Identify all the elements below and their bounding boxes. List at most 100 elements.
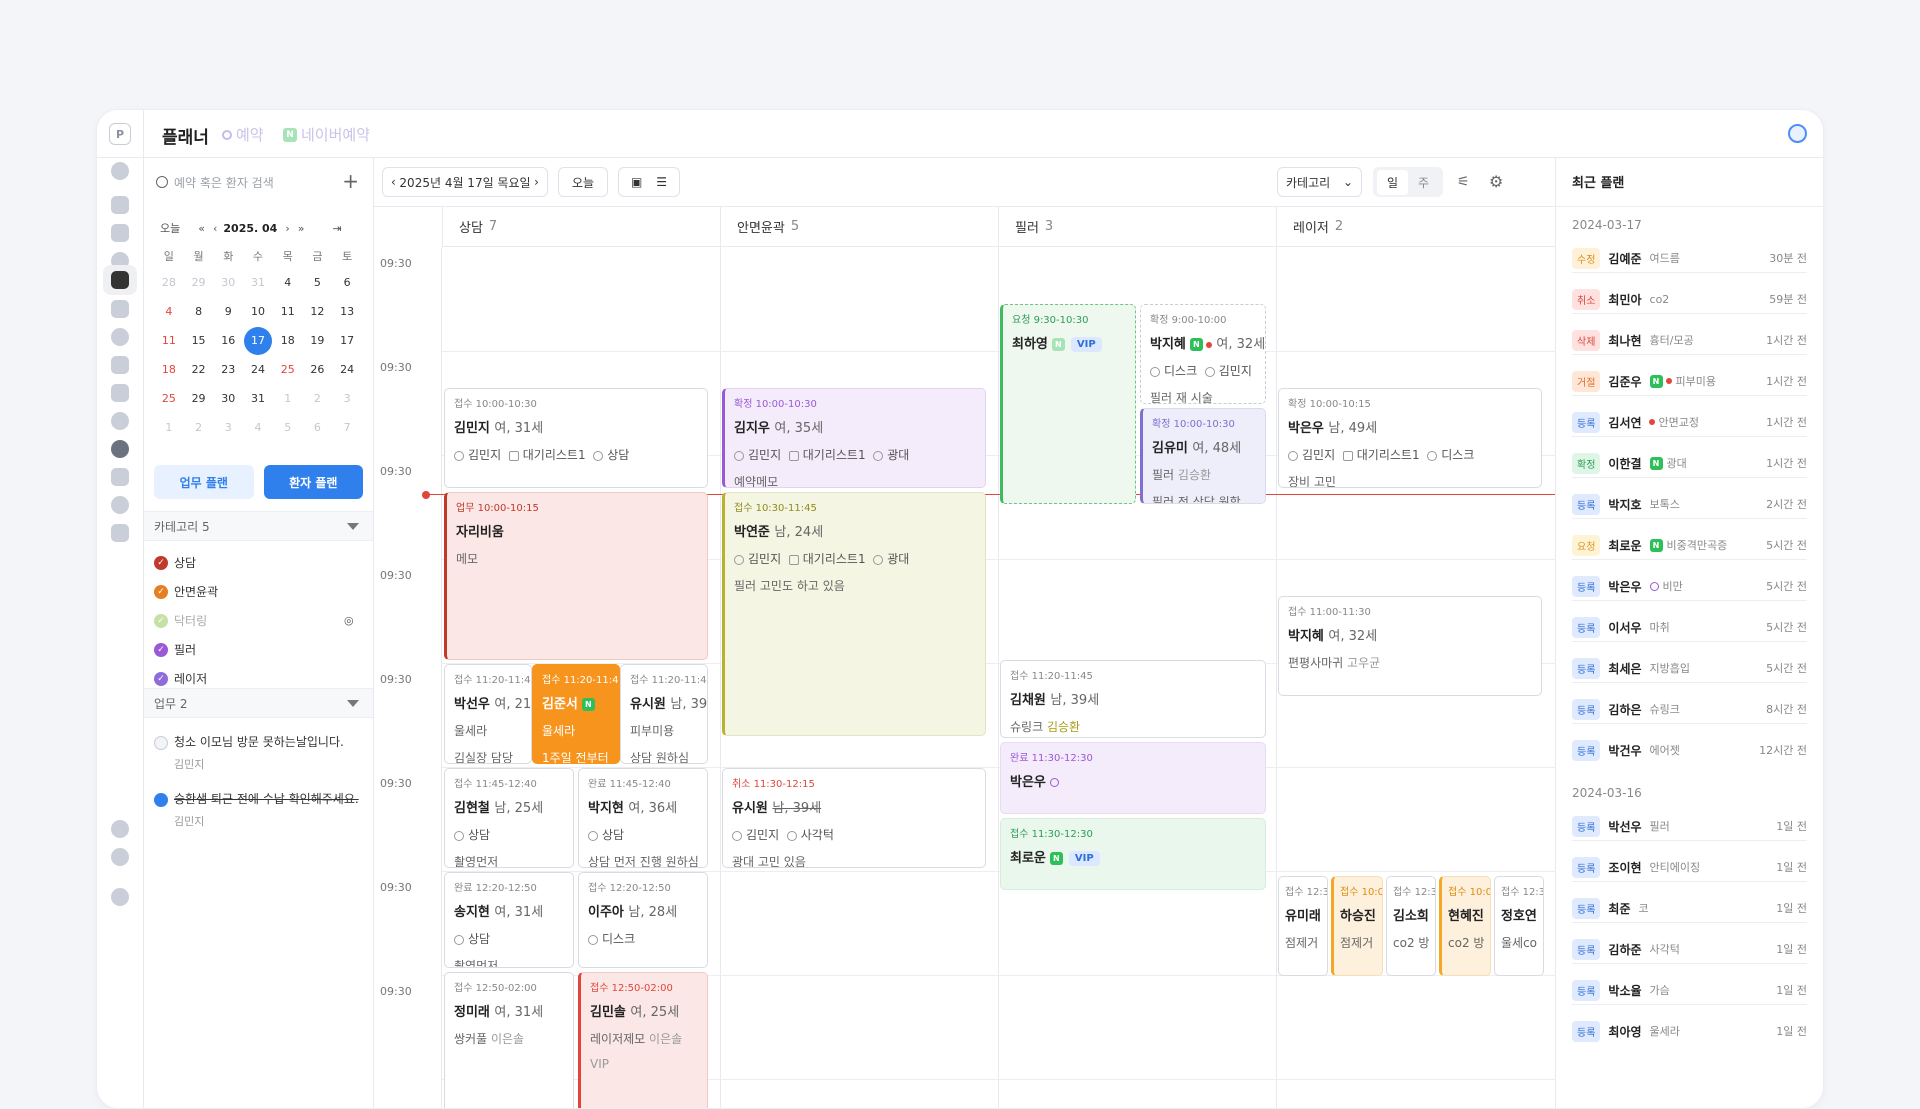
calendar-icon[interactable] [111, 271, 129, 289]
calendar-day[interactable]: 4 [154, 297, 184, 326]
calendar-day[interactable]: 25 [273, 355, 303, 384]
work-plan-button[interactable]: 업무 플랜 [154, 465, 254, 499]
notification-icon[interactable] [111, 888, 129, 906]
calendar-day[interactable]: 5 [273, 413, 303, 442]
message-icon[interactable] [111, 356, 129, 374]
recent-plan-item[interactable]: 거절 김준우 N 피부미용 1시간 전 [1572, 370, 1807, 392]
check-circle-icon[interactable]: ✓ [154, 642, 168, 657]
calendar-day[interactable]: 31 [243, 268, 273, 297]
calendar-day[interactable]: 25 [154, 384, 184, 413]
calendar-day[interactable]: 18 [154, 355, 184, 384]
event-card[interactable]: 접수 10:0 하승진 점제거 [1331, 876, 1383, 976]
calendar-day[interactable]: 26 [303, 355, 333, 384]
category-item[interactable]: ✓ 필러 [154, 641, 196, 658]
recent-plan-item[interactable]: 등록 김하은 슈링크 8시간 전 [1572, 698, 1807, 720]
prev-year-icon[interactable]: « [198, 222, 205, 235]
calendar-day[interactable]: 18 [273, 326, 303, 355]
calendar-day[interactable]: 24 [243, 355, 273, 384]
recent-plan-item[interactable]: 등록 이서우 마취 5시간 전 [1572, 616, 1807, 638]
home-icon[interactable] [111, 196, 129, 214]
recent-plan-item[interactable]: 등록 최아영 울세라 1일 전 [1572, 1020, 1807, 1042]
column-header-consult[interactable]: 상담 7 [442, 207, 720, 247]
flask-icon[interactable] [111, 300, 129, 318]
event-card[interactable]: 접수 11:45-12:40 김현철 남, 25세 상담 촬영먼저 [444, 768, 574, 868]
calendar-day[interactable]: 30 [213, 268, 243, 297]
book-icon[interactable] [111, 468, 129, 486]
recent-plan-item[interactable]: 등록 김서연 안면교정 1시간 전 [1572, 411, 1807, 433]
event-card[interactable]: 접수 11:00-11:30 박지혜 여, 32세 편평사마귀 고우균 [1278, 596, 1542, 696]
calendar-day[interactable]: 5 [303, 268, 333, 297]
patient-plan-button[interactable]: 환자 플랜 [263, 465, 363, 499]
calendar-day[interactable]: 17 [332, 326, 362, 355]
naver-tag[interactable]: N 네이버예약 [283, 124, 370, 145]
category-item[interactable]: ✓ 레이저 [154, 670, 207, 687]
event-card[interactable]: 접수 11:20-11:45 박선우 여, 21세 울세라 김실장 담당 [444, 664, 532, 764]
calendar-day[interactable]: 24 [332, 355, 362, 384]
search-box[interactable]: 예약 혹은 환자 검색 + [156, 169, 361, 193]
settings-icon[interactable]: ⚙ [1489, 172, 1503, 191]
calendar-day[interactable]: 1 [154, 413, 184, 442]
calendar-day[interactable]: 2 [303, 384, 333, 413]
check-circle-icon[interactable]: ✓ [154, 613, 168, 628]
prev-day-icon[interactable]: ‹ [391, 175, 396, 189]
calendar-day[interactable]: 11 [154, 326, 184, 355]
event-card[interactable]: 완료 11:45-12:40 박지현 여, 36세 상담 상담 먼저 진행 원하… [578, 768, 708, 868]
event-card[interactable]: 완료 12:20-12:50 송지현 여, 31세 상담 촬영먼저 [444, 872, 574, 968]
add-icon[interactable]: + [342, 169, 359, 193]
recent-plan-item[interactable]: 등록 김하준 사각턱 1일 전 [1572, 938, 1807, 960]
calendar-day[interactable]: 23 [213, 355, 243, 384]
event-card[interactable]: 접수 11:20-11:45 김준서 N 울세라 1주일 전부터 [532, 664, 620, 764]
event-card[interactable]: 접수 12:50-02:00 김민솔 여, 25세 레이저제모 이은솔 VIP [578, 972, 708, 1108]
next-month-icon[interactable]: › [285, 222, 289, 235]
event-card[interactable]: 요청 9:30-10:30 최하영 N VIP [1000, 304, 1136, 504]
event-card[interactable]: 접수 11:20-11:45 유시원 남, 39 피부미용 상담 원하심 [620, 664, 708, 764]
event-card[interactable]: 접수 12:50-02:00 정미래 여, 31세 쌍커풀 이은솔 [444, 972, 574, 1108]
calendar-day[interactable]: 28 [154, 268, 184, 297]
key-icon[interactable] [111, 496, 129, 514]
calendar-day[interactable]: 12 [303, 297, 333, 326]
today-button[interactable]: 오늘 [558, 167, 608, 197]
calendar-day[interactable]: 29 [184, 268, 214, 297]
column-header-contour[interactable]: 안면윤곽 5 [720, 207, 998, 247]
next-year-icon[interactable]: » [298, 222, 305, 235]
recent-plan-item[interactable]: 등록 조이현 안티에이징 1일 전 [1572, 856, 1807, 878]
calendar-day[interactable]: 16 [213, 326, 243, 355]
tag-icon[interactable] [111, 440, 129, 458]
prev-month-icon[interactable]: ‹ [213, 222, 217, 235]
today-link[interactable]: 오늘 [160, 220, 180, 236]
calendar-day[interactable]: 4 [243, 413, 273, 442]
current-date[interactable]: 2025년 4월 17일 목요일 [399, 174, 530, 191]
category-item[interactable]: ✓ 닥터링 ◎ [154, 612, 354, 629]
work-item[interactable]: 승환샘 퇴근 전에 수납 확인해주세요. 김민지 [154, 790, 359, 829]
recent-plan-item[interactable]: 등록 박소율 가슴 1일 전 [1572, 979, 1807, 1001]
event-card[interactable]: 접수 12:3 유미래 점제거 [1278, 876, 1328, 976]
work-section-header[interactable]: 업무 2 [144, 688, 373, 718]
recent-plan-item[interactable]: 취소 최민아 co2 59분 전 [1572, 288, 1807, 310]
category-section-header[interactable]: 카테고리 5 [144, 511, 373, 541]
calendar-day[interactable]: 6 [332, 268, 362, 297]
recent-plan-item[interactable]: 삭제 최나현 흉터/모공 1시간 전 [1572, 329, 1807, 351]
event-card[interactable]: 접수 10:00-10:30 김민지 여, 31세 김민지 대기리스트1 상담 [444, 388, 708, 488]
next-day-icon[interactable]: › [534, 175, 539, 189]
event-card[interactable]: 확정 10:00-10:15 박은우 남, 49세 김민지 대기리스트1 디스크… [1278, 388, 1542, 488]
event-card[interactable]: 확정 10:00-10:30 김유미 여, 48세 필러 김승환 필러 전 상담… [1140, 408, 1266, 504]
booking-tag[interactable]: 예약 [222, 124, 264, 145]
recent-plan-item[interactable]: 등록 최준 코 1일 전 [1572, 897, 1807, 919]
check-circle-icon[interactable]: ✓ [154, 584, 168, 599]
gear-icon[interactable] [111, 848, 129, 866]
day-tab[interactable]: 일 [1376, 169, 1408, 195]
calendar-day[interactable]: 15 [184, 326, 214, 355]
category-item[interactable]: ✓ 안면윤곽 [154, 583, 218, 600]
event-card[interactable]: 접수 11:30-12:30 최로운 N VIP [1000, 818, 1266, 890]
chat-icon[interactable] [111, 412, 129, 430]
bell-icon[interactable] [111, 162, 129, 180]
recent-plan-item[interactable]: 수정 김예준 여드름 30분 전 [1572, 247, 1807, 269]
plus-cross-icon[interactable] [111, 224, 129, 242]
event-card[interactable]: 접수 12:3 김소희 co2 방 [1386, 876, 1436, 976]
recent-plan-item[interactable]: 등록 박지호 보톡스 2시간 전 [1572, 493, 1807, 515]
eye-off-icon[interactable]: ◎ [344, 614, 354, 627]
calendar-day[interactable]: 10 [243, 297, 273, 326]
column-header-filler[interactable]: 필러 3 [998, 207, 1276, 247]
event-card[interactable]: 확정 9:00-10:00 박지혜 N 여, 32세 디스크 김민지 필러 재 시… [1140, 304, 1266, 404]
event-card[interactable]: 접수 10:0 현혜진 co2 방 [1439, 876, 1491, 976]
